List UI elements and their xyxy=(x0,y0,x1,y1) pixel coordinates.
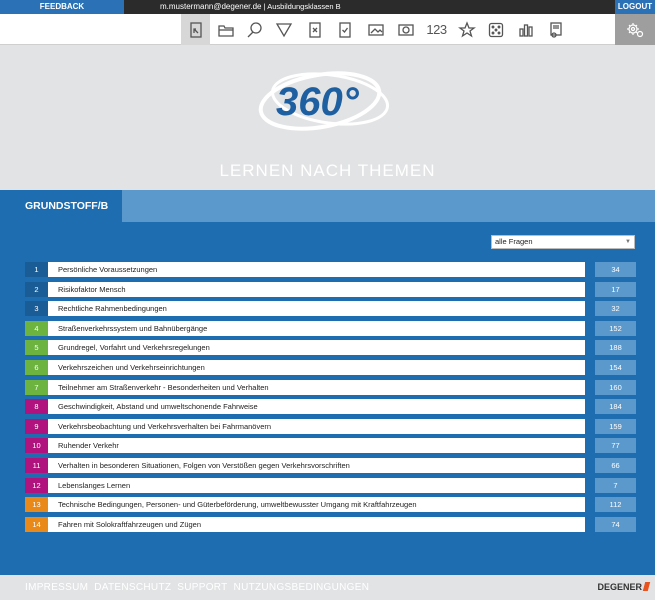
topic-question-count[interactable]: 159 xyxy=(595,418,636,434)
topic-label[interactable]: Rechtliche Rahmenbedingungen xyxy=(48,301,585,317)
numbers-label: 123 xyxy=(426,22,447,37)
topic-question-count[interactable]: 160 xyxy=(595,379,636,395)
check-card-icon[interactable] xyxy=(330,14,359,45)
topic-number: 11 xyxy=(25,458,48,473)
question-filter-select[interactable]: alle Fragen ▼ xyxy=(491,235,635,249)
topic-question-count[interactable]: 34 xyxy=(595,262,636,277)
topic-number: 7 xyxy=(25,379,48,395)
footer-link-support[interactable]: SUPPORT xyxy=(177,582,227,593)
topic-row[interactable]: 12 Lebenslanges Lernen 7 xyxy=(25,477,636,493)
topic-number: 2 xyxy=(25,281,48,297)
user-class: Ausbildungsklassen B xyxy=(267,2,341,11)
topic-row[interactable]: 13 Technische Bedingungen, Personen- und … xyxy=(25,497,636,513)
topic-row[interactable]: 6 Verkehrszeichen und Verkehrseinrichtung… xyxy=(25,360,636,375)
topic-number: 10 xyxy=(25,438,48,454)
top-bar: FEEDBACK m.mustermann@degener.de | Ausbi… xyxy=(0,0,655,14)
card-edit-icon[interactable] xyxy=(181,14,210,45)
image-card-icon[interactable] xyxy=(361,14,390,45)
topic-number: 4 xyxy=(25,320,48,336)
topic-number: 5 xyxy=(25,340,48,356)
topic-number: 14 xyxy=(25,516,48,532)
topic-question-count[interactable]: 112 xyxy=(595,497,636,513)
footer-links: IMPRESSUM DATENSCHUTZ SUPPORT NUTZUNGSBEDIN… xyxy=(25,575,375,600)
topic-label[interactable]: Ruhender Verkehr xyxy=(48,438,585,454)
topic-number: 6 xyxy=(25,360,48,375)
filter-selected-value: alle Fragen xyxy=(495,237,533,246)
360-logo: 360° xyxy=(258,71,390,131)
topic-label[interactable]: Lebenslanges Lernen xyxy=(48,477,585,493)
topic-question-count[interactable]: 74 xyxy=(595,516,636,532)
user-info: m.mustermann@degener.de | Ausbildungskla… xyxy=(160,0,341,14)
topic-question-count[interactable]: 77 xyxy=(595,438,636,454)
topic-label[interactable]: Verkehrszeichen und Verkehrseinrichtunge… xyxy=(48,360,585,375)
logo-text: 360° xyxy=(276,80,360,124)
category-band: GRUNDSTOFF/B xyxy=(0,190,655,222)
numbers-icon[interactable]: 123 xyxy=(421,14,452,45)
topic-number: 12 xyxy=(25,477,48,493)
topic-number: 1 xyxy=(25,262,48,277)
topic-label[interactable]: Technische Bedingungen, Personen- und Gü… xyxy=(48,497,585,513)
topic-label[interactable]: Verkehrsbeobachtung und Verkehrsverhalte… xyxy=(48,418,585,434)
folder-icon[interactable] xyxy=(211,14,240,45)
topic-label[interactable]: Risikofaktor Mensch xyxy=(48,281,585,297)
brand-mark-icon xyxy=(642,582,651,591)
topic-label[interactable]: Fahren mit Solokraftfahrzeugen und Zügen xyxy=(48,516,585,532)
topic-number: 9 xyxy=(25,418,48,434)
topic-question-count[interactable]: 17 xyxy=(595,281,636,297)
topic-number: 13 xyxy=(25,497,48,513)
brand-name: DEGENER xyxy=(597,582,642,592)
bar-chart-icon[interactable] xyxy=(511,14,540,45)
topic-question-count[interactable]: 188 xyxy=(595,340,636,356)
toolbar: 123 xyxy=(0,14,655,45)
topic-row[interactable]: 11 Verhalten in besonderen Situationen, F… xyxy=(25,458,636,473)
topic-number: 3 xyxy=(25,301,48,317)
search-icon[interactable] xyxy=(240,14,269,45)
topic-label[interactable]: Straßenverkehrssystem und Bahnübergänge xyxy=(48,320,585,336)
brand-logo: DEGENER xyxy=(597,575,651,600)
topic-row[interactable]: 5 Grundregel, Vorfahrt und Verkehrsregelu… xyxy=(25,340,636,356)
topic-question-count[interactable]: 154 xyxy=(595,360,636,375)
chevron-down-icon: ▼ xyxy=(625,239,631,245)
topic-row[interactable]: 9 Verkehrsbeobachtung und Verkehrsverhalt… xyxy=(25,418,636,434)
wrong-card-icon[interactable] xyxy=(300,14,329,45)
settings-icon[interactable] xyxy=(615,14,655,45)
footer: IMPRESSUM DATENSCHUTZ SUPPORT NUTZUNGSBEDIN… xyxy=(0,575,655,600)
user-email: m.mustermann@degener.de xyxy=(160,2,262,11)
certificate-icon[interactable] xyxy=(541,14,570,45)
topic-question-count[interactable]: 152 xyxy=(595,320,636,336)
topic-label[interactable]: Grundregel, Vorfahrt und Verkehrsregelun… xyxy=(48,340,585,356)
footer-link-nutzungsbedingungen[interactable]: NUTZUNGSBEDINGUNGEN xyxy=(234,582,370,593)
feedback-button[interactable]: FEEDBACK xyxy=(0,0,124,14)
star-icon[interactable] xyxy=(452,14,481,45)
page-title: LERNEN NACH THEMEN xyxy=(219,161,436,180)
topic-question-count[interactable]: 184 xyxy=(595,399,636,415)
topic-row[interactable]: 7 Teilnehmer am Straßenverkehr - Besonder… xyxy=(25,379,636,395)
topic-row[interactable]: 10 Ruhender Verkehr 77 xyxy=(25,438,636,454)
topic-row[interactable]: 2 Risikofaktor Mensch 17 xyxy=(25,281,636,297)
dice-icon[interactable] xyxy=(481,14,510,45)
logout-button[interactable]: LOGOUT xyxy=(615,0,655,14)
topic-row[interactable]: 3 Rechtliche Rahmenbedingungen 32 xyxy=(25,301,636,317)
topic-question-count[interactable]: 7 xyxy=(595,477,636,493)
topic-label[interactable]: Verhalten in besonderen Situationen, Fol… xyxy=(48,458,585,473)
topic-row[interactable]: 4 Straßenverkehrssystem und Bahnübergänge… xyxy=(25,320,636,336)
topic-row[interactable]: 14 Fahren mit Solokraftfahrzeugen und Züg… xyxy=(25,516,636,532)
topic-label[interactable]: Persönliche Voraussetzungen xyxy=(48,262,585,277)
category-tab[interactable]: GRUNDSTOFF/B xyxy=(0,190,122,222)
topic-question-count[interactable]: 66 xyxy=(595,458,636,473)
footer-link-impressum[interactable]: IMPRESSUM xyxy=(25,582,88,593)
footer-link-datenschutz[interactable]: DATENSCHUTZ xyxy=(94,582,171,593)
topic-question-count[interactable]: 32 xyxy=(595,301,636,317)
topic-label[interactable]: Teilnehmer am Straßenverkehr - Besonderh… xyxy=(48,379,585,395)
hero-section: 360° LERNEN NACH THEMEN xyxy=(0,45,655,190)
video-card-icon[interactable] xyxy=(391,14,420,45)
topic-label[interactable]: Geschwindigkeit, Abstand und umweltschon… xyxy=(48,399,585,415)
topic-row[interactable]: 8 Geschwindigkeit, Abstand und umweltscho… xyxy=(25,399,636,415)
filter-icon[interactable] xyxy=(269,14,298,45)
topic-row[interactable]: 1 Persönliche Voraussetzungen 34 xyxy=(25,262,636,277)
topic-number: 8 xyxy=(25,399,48,415)
